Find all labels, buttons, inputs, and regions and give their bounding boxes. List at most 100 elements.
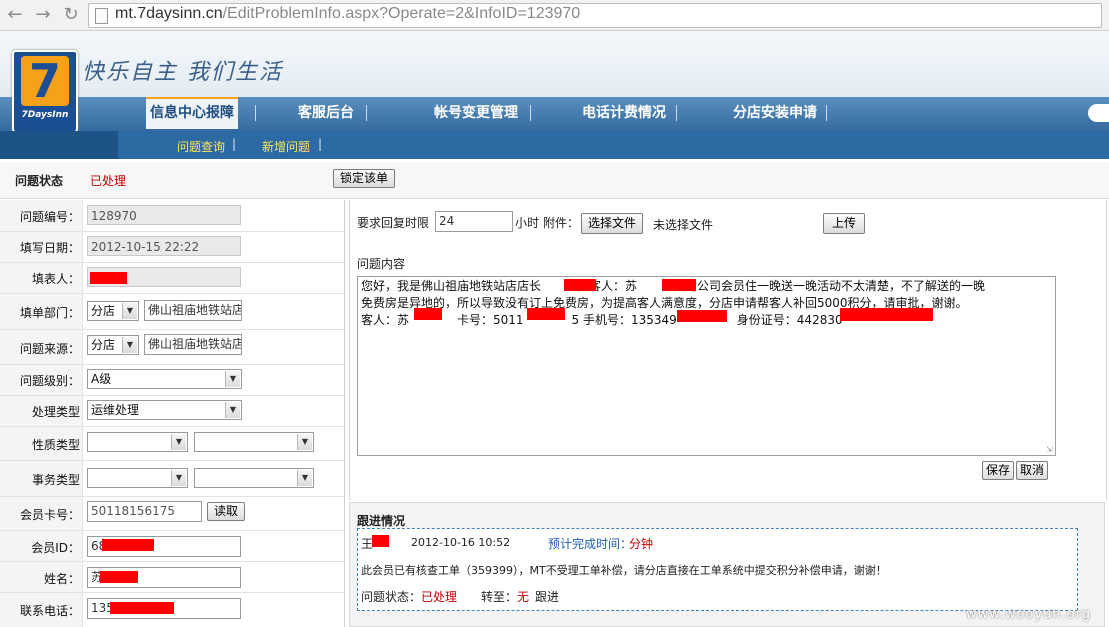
- read-card-button[interactable]: 读取: [207, 502, 246, 521]
- department-label: 填单部门：: [19, 306, 80, 320]
- content-label: 问题内容: [357, 257, 406, 271]
- affair-type-select-2[interactable]: ▼: [194, 468, 314, 488]
- follow-status-label: 问题状态：: [361, 590, 422, 604]
- department-name-input[interactable]: 佛山祖庙地铁站店: [144, 300, 242, 321]
- deadline-input[interactable]: 24: [435, 211, 513, 232]
- upload-button[interactable]: 上传: [823, 213, 866, 234]
- source-label: 问题来源：: [19, 342, 80, 356]
- problem-form: 问题编号： 128970 填写日期： 2012-10-15 22:22 填表人：…: [0, 200, 345, 627]
- transfer-value: 无: [517, 590, 530, 604]
- nature-type-select-2[interactable]: ▼: [194, 432, 314, 452]
- row-filler: 填表人：: [0, 262, 344, 294]
- nature-type-label: 性质类型: [31, 438, 80, 452]
- watermark: www.wooyun.org: [966, 607, 1092, 622]
- browser-toolbar: ← → ↻ mt.7daysinn.cn/EditProblemInfo.asp…: [0, 0, 1109, 31]
- follow-title: 跟进情况: [357, 514, 406, 528]
- row-source: 问题来源： 分店 ▼ 佛山祖庙地铁站店: [0, 329, 344, 365]
- back-icon[interactable]: ←: [4, 4, 26, 26]
- logo-number: 7: [21, 56, 69, 106]
- follow-entry: 王 2012-10-16 10:52 预计完成时间： 分钟 此会员已有核查工单（…: [357, 528, 1078, 611]
- attach-label: 附件：: [543, 216, 580, 230]
- eta-value: 分钟: [629, 537, 654, 551]
- follow-text: 跟进: [535, 590, 560, 604]
- save-button[interactable]: 保存: [982, 461, 1015, 480]
- source-type-select[interactable]: 分店 ▼: [87, 335, 139, 355]
- source-name-input[interactable]: 佛山祖庙地铁站店: [144, 334, 242, 355]
- redaction: [527, 308, 565, 320]
- no-file-text: 未选择文件: [653, 218, 714, 232]
- member-card-label: 会员卡号：: [19, 508, 80, 522]
- follow-datetime: 2012-10-16 10:52: [411, 536, 511, 549]
- slogan: 快乐自主 我们生活: [82, 60, 283, 85]
- problem-content-textarea[interactable]: 您好，我是佛山祖庙地铁站店店长 ，客人：苏 因对公司会员住一晚送一晚活动不太清楚…: [357, 276, 1056, 456]
- cancel-button[interactable]: 取消: [1016, 461, 1049, 480]
- row-fill-date: 填写日期： 2012-10-15 22:22: [0, 231, 344, 263]
- row-nature-type: 性质类型 ▼ ▼: [0, 426, 344, 461]
- nav-separator: [826, 105, 827, 121]
- subnav-new-problem[interactable]: 新增问题: [262, 138, 310, 155]
- row-member-id: 会员ID： 68: [0, 530, 344, 562]
- filler-label: 填表人：: [31, 272, 80, 286]
- level-label: 问题级别：: [19, 374, 80, 388]
- nav-separator: [676, 105, 677, 121]
- hours-label: 小时: [515, 216, 540, 230]
- follow-status-value: 已处理: [421, 590, 458, 604]
- tab-phone-billing[interactable]: 电话计费情况: [582, 97, 666, 131]
- member-id-label: 会员ID：: [31, 541, 80, 555]
- nav-separator: [255, 105, 256, 121]
- row-level: 问题级别： A级 ▼: [0, 364, 344, 396]
- tab-account-change[interactable]: 帐号变更管理: [434, 97, 518, 131]
- chevron-down-icon: ▼: [225, 371, 240, 387]
- chevron-down-icon: ▼: [171, 434, 186, 450]
- tab-customer-service[interactable]: 客服后台: [298, 97, 354, 131]
- url-path: /EditProblemInfo.aspx?Operate=2&InfoID=1…: [222, 5, 581, 22]
- subnav-problem-query[interactable]: 问题查询: [177, 138, 225, 155]
- fill-date-label: 填写日期：: [19, 241, 80, 255]
- redaction: [840, 308, 933, 321]
- subnav-separator: |: [232, 137, 237, 151]
- redaction: [102, 539, 154, 551]
- redaction: [110, 602, 174, 614]
- member-card-input[interactable]: 50118156175: [87, 501, 202, 522]
- tab-info-center[interactable]: 信息中心报障: [146, 97, 238, 129]
- reload-icon[interactable]: ↻: [60, 4, 82, 26]
- redaction: [372, 535, 389, 547]
- redaction: [90, 272, 127, 284]
- problem-no-label: 问题编号：: [19, 210, 80, 224]
- sub-nav: 问题查询 | 新增问题 |: [0, 131, 1109, 159]
- redaction: [662, 279, 696, 291]
- deadline-label: 要求回复时限: [357, 216, 430, 230]
- handle-type-select[interactable]: 运维处理 ▼: [87, 400, 242, 420]
- department-type-select[interactable]: 分店 ▼: [87, 301, 139, 321]
- affair-type-select-1[interactable]: ▼: [87, 468, 188, 488]
- url-domain: mt.7daysinn.cn: [115, 5, 223, 22]
- subnav-left-block: [0, 131, 118, 159]
- fill-date-field: 2012-10-15 22:22: [87, 236, 241, 256]
- search-pill[interactable]: [1088, 104, 1109, 122]
- level-select[interactable]: A级 ▼: [87, 369, 242, 389]
- resize-handle-icon[interactable]: ⇲: [1046, 446, 1054, 454]
- row-problem-no: 问题编号： 128970: [0, 200, 344, 232]
- page-icon: [95, 8, 108, 24]
- transfer-label: 转至：: [481, 590, 518, 604]
- redaction: [677, 310, 727, 322]
- redaction: [100, 571, 138, 583]
- nature-type-select-1[interactable]: ▼: [87, 432, 188, 452]
- chevron-down-icon: ▼: [171, 470, 186, 486]
- follow-message: 此会员已有核查工单（359399），MT不受理工单补偿，请分店直接在工单系统中提…: [361, 564, 887, 577]
- row-affair-type: 事务类型 ▼ ▼: [0, 460, 344, 497]
- nav-separator: [366, 105, 367, 121]
- lock-order-button[interactable]: 锁定该单: [333, 169, 396, 188]
- main-nav: 信息中心报障 客服后台 帐号变更管理 电话计费情况 分店安装申请: [0, 97, 1109, 131]
- status-row: 问题状态 已处理 锁定该单: [0, 162, 1109, 199]
- row-department: 填单部门： 分店 ▼ 佛山祖庙地铁站店: [0, 293, 344, 330]
- address-bar[interactable]: mt.7daysinn.cn/EditProblemInfo.aspx?Oper…: [88, 3, 1102, 28]
- row-name: 姓名： 苏: [0, 561, 344, 593]
- tab-branch-install[interactable]: 分店安装申请: [733, 97, 817, 131]
- row-phone: 联系电话： 135: [0, 592, 344, 627]
- forward-icon[interactable]: →: [32, 4, 54, 26]
- choose-file-button[interactable]: 选择文件: [581, 213, 644, 234]
- status-value: 已处理: [90, 174, 127, 188]
- phone-label: 联系电话：: [19, 604, 80, 618]
- chevron-down-icon: ▼: [225, 402, 240, 418]
